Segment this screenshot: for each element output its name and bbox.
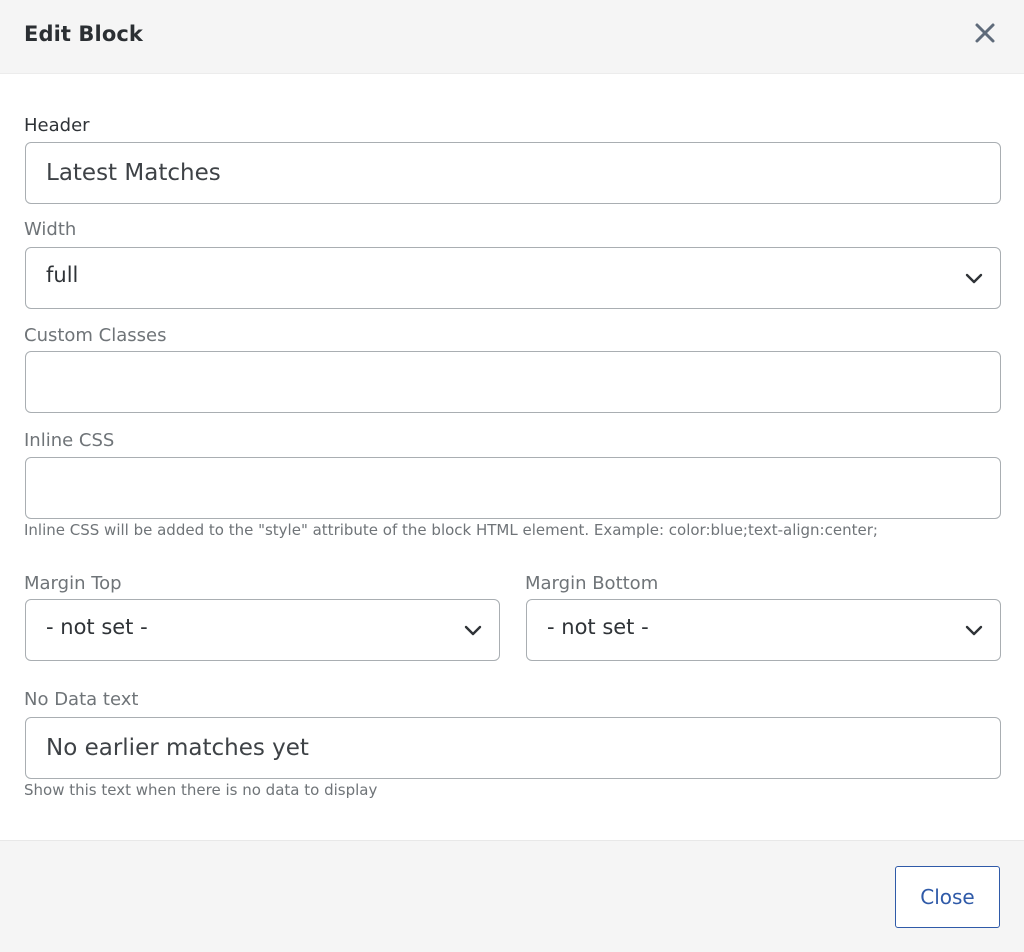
margin-top-select[interactable]: - not set - <box>25 599 500 661</box>
no-data-text-input[interactable] <box>26 718 1000 778</box>
header-input-box[interactable] <box>25 142 1001 204</box>
edit-block-modal: Edit Block Header Width full Custom Clas… <box>0 0 1024 952</box>
margin-bottom-select[interactable]: - not set - <box>526 599 1001 661</box>
inline-css-input[interactable] <box>26 458 1000 518</box>
modal-footer: Close <box>0 840 1024 952</box>
modal-title: Edit Block <box>24 22 143 46</box>
custom-classes-input[interactable] <box>26 352 1000 412</box>
custom-classes-input-box[interactable] <box>25 351 1001 413</box>
close-button[interactable]: Close <box>895 866 1000 928</box>
width-select-value: full <box>46 263 79 287</box>
header-label: Header <box>24 115 90 136</box>
no-data-text-input-box[interactable] <box>25 717 1001 779</box>
chevron-down-icon <box>463 622 483 638</box>
close-icon[interactable] <box>968 16 1002 50</box>
margin-bottom-label: Margin Bottom <box>525 573 659 594</box>
custom-classes-label: Custom Classes <box>24 325 167 346</box>
width-select[interactable]: full <box>25 247 1001 309</box>
header-input[interactable] <box>26 143 1000 203</box>
inline-css-input-box[interactable] <box>25 457 1001 519</box>
inline-css-help-text: Inline CSS will be added to the "style" … <box>24 521 878 539</box>
no-data-text-label: No Data text <box>24 689 139 710</box>
margin-top-select-value: - not set - <box>46 615 148 639</box>
chevron-down-icon <box>964 270 984 286</box>
modal-header: Edit Block <box>0 0 1024 74</box>
no-data-text-help-text: Show this text when there is no data to … <box>24 781 378 799</box>
inline-css-label: Inline CSS <box>24 430 115 451</box>
margin-top-label: Margin Top <box>24 573 122 594</box>
margin-bottom-select-value: - not set - <box>547 615 649 639</box>
width-label: Width <box>24 219 77 240</box>
chevron-down-icon <box>964 622 984 638</box>
